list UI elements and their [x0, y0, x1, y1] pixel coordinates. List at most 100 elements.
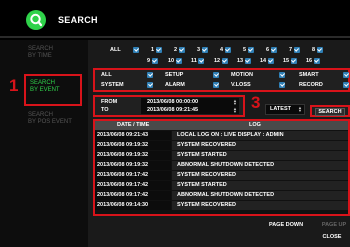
log-table: DATE / TIME LOG 2013/06/08 09:21:43 LOCA… — [93, 119, 350, 216]
filter-alarm-checkbox[interactable] — [213, 82, 219, 88]
channel-number: 14 — [260, 58, 267, 64]
cell-log: SYSTEM RECOVERED — [172, 201, 348, 210]
channel-3[interactable]: 3 — [197, 46, 208, 56]
channel-4[interactable]: 4 — [220, 46, 231, 56]
table-row[interactable]: 2013/06/08 09:17:42 SYSTEM STARTED — [95, 181, 348, 190]
search-panel: ALL 1 2 3 4 5 6 7 8 9 10 11 12 13 14 15 … — [88, 40, 350, 247]
from-datetime-value: 2013/06/08 00:00:00 — [147, 99, 199, 105]
channel-8[interactable]: 8 — [312, 46, 323, 56]
cell-log: ABNORMAL SHUTDOWN DETECTED — [172, 161, 348, 170]
checkbox-checked-icon — [343, 72, 349, 78]
checkbox-checked-icon — [221, 57, 228, 64]
filter-record-label: RECORD — [299, 82, 323, 88]
cell-datetime: 2013/06/08 09:19:32 — [95, 141, 171, 150]
channel-number: 10 — [168, 58, 175, 64]
sort-order-value: LATEST — [270, 106, 291, 112]
channel-1[interactable]: 1 — [151, 46, 162, 56]
filter-system-label: SYSTEM — [101, 82, 124, 88]
filter-vloss-label: V.LOSS — [231, 82, 251, 88]
page-down-button[interactable]: PAGE DOWN — [261, 220, 311, 230]
sort-order-select[interactable]: LATEST ▲ ▼ — [265, 104, 305, 115]
filter-system-checkbox[interactable] — [147, 82, 153, 88]
cell-datetime: 2013/06/08 09:19:32 — [95, 151, 171, 160]
channel-number: 16 — [306, 58, 313, 64]
channel-13[interactable]: 13 — [237, 57, 251, 67]
checkbox-checked-icon — [147, 82, 153, 88]
sidebar-item-search-by-event[interactable]: SEARCH BY EVENT — [24, 74, 82, 106]
from-label: FROM — [101, 99, 118, 105]
channel-10[interactable]: 10 — [168, 57, 182, 67]
side-menu: SEARCH BY TIME SEARCH BY EVENT SEARCH BY… — [0, 40, 88, 247]
cell-log: SYSTEM RECOVERED — [172, 171, 348, 180]
channel-row: 9 10 11 12 13 14 15 16 — [88, 57, 350, 67]
page-title: SEARCH — [58, 15, 98, 25]
cell-log: ABNORMAL SHUTDOWN DETECTED — [172, 191, 348, 200]
checkbox-checked-icon — [247, 46, 254, 53]
search-button[interactable]: SEARCH — [315, 108, 345, 116]
channel-16[interactable]: 16 — [306, 57, 320, 67]
sidebar-item-label: SEARCH BY TIME — [28, 46, 54, 59]
channel-number: 13 — [237, 58, 244, 64]
channel-12[interactable]: 12 — [214, 57, 228, 67]
cell-datetime: 2013/06/08 09:17:42 — [95, 191, 171, 200]
channel-number: 7 — [289, 47, 293, 53]
checkbox-checked-icon — [198, 57, 205, 64]
channel-row: ALL 1 2 3 4 5 6 7 8 — [88, 46, 350, 56]
channel-5[interactable]: 5 — [243, 46, 254, 56]
search-logo-icon — [26, 10, 46, 30]
cell-log: LOCAL LOG ON : LIVE DISPLAY : ADMIN — [172, 131, 348, 140]
table-row[interactable]: 2013/06/08 09:21:43 LOCAL LOG ON : LIVE … — [95, 131, 348, 140]
channel-number: 3 — [197, 47, 201, 53]
checkbox-checked-icon — [147, 72, 153, 78]
channel-number: 6 — [266, 47, 270, 53]
spinner-arrows-icon[interactable]: ▲ ▼ — [233, 99, 237, 106]
sidebar-item-search-by-time[interactable]: SEARCH BY TIME — [0, 46, 88, 60]
filter-all-checkbox[interactable] — [147, 72, 153, 78]
filter-setup-checkbox[interactable] — [213, 72, 219, 78]
spinner-arrows-icon: ▲ ▼ — [298, 105, 302, 113]
filter-motion-label: MOTION — [231, 72, 253, 78]
cell-log: SYSTEM STARTED — [172, 151, 348, 160]
event-filter-group: ALL SETUP MOTION SMART SYSTEM ALARM V.LO… — [93, 68, 350, 92]
sidebar-item-label: SEARCH BY EVENT — [30, 80, 60, 93]
channel-all-checkbox[interactable] — [133, 46, 139, 56]
channel-number: 15 — [283, 58, 290, 64]
cell-log: SYSTEM RECOVERED — [172, 141, 348, 150]
cell-datetime: 2013/06/08 09:14:30 — [95, 201, 171, 210]
checkbox-checked-icon — [213, 72, 219, 78]
channel-number: 1 — [151, 47, 155, 53]
table-row[interactable]: 2013/06/08 09:19:32 SYSTEM RECOVERED — [95, 141, 348, 150]
filter-record-checkbox[interactable] — [343, 82, 349, 88]
channel-14[interactable]: 14 — [260, 57, 274, 67]
filter-smart-checkbox[interactable] — [343, 72, 349, 78]
table-row[interactable]: 2013/06/08 09:14:30 SYSTEM RECOVERED — [95, 201, 348, 210]
channel-11[interactable]: 11 — [191, 57, 205, 67]
cell-datetime: 2013/06/08 09:17:42 — [95, 171, 171, 180]
channel-number: 12 — [214, 58, 221, 64]
page-up-button[interactable]: PAGE UP — [313, 220, 350, 230]
filter-row: ALL SETUP MOTION SMART — [95, 71, 350, 81]
checkbox-checked-icon — [224, 46, 231, 53]
to-datetime-field[interactable]: 2013/06/08 09:21:45 ▲ ▼ — [141, 106, 239, 114]
channel-2[interactable]: 2 — [174, 46, 185, 56]
table-row[interactable]: 2013/06/08 09:17:42 SYSTEM RECOVERED — [95, 171, 348, 180]
channel-15[interactable]: 15 — [283, 57, 297, 67]
from-datetime-field[interactable]: 2013/06/08 00:00:00 ▲ ▼ — [141, 98, 239, 106]
to-datetime-value: 2013/06/08 09:21:45 — [147, 107, 199, 113]
table-row[interactable]: 2013/06/08 09:19:32 ABNORMAL SHUTDOWN DE… — [95, 161, 348, 170]
checkbox-checked-icon — [244, 57, 251, 64]
sidebar-item-search-by-pos-event[interactable]: SEARCH BY POS EVENT — [0, 112, 88, 126]
spinner-arrows-icon[interactable]: ▲ ▼ — [233, 107, 237, 114]
channel-7[interactable]: 7 — [289, 46, 300, 56]
checkbox-checked-icon — [290, 57, 297, 64]
channel-9[interactable]: 9 — [147, 57, 158, 67]
channel-6[interactable]: 6 — [266, 46, 277, 56]
filter-vloss-checkbox[interactable] — [279, 82, 285, 88]
title-bar: SEARCH — [0, 0, 350, 38]
close-button[interactable]: CLOSE — [312, 232, 350, 242]
table-row[interactable]: 2013/06/08 09:19:32 SYSTEM STARTED — [95, 151, 348, 160]
channel-number: 2 — [174, 47, 178, 53]
cell-datetime: 2013/06/08 09:17:42 — [95, 181, 171, 190]
filter-motion-checkbox[interactable] — [279, 72, 285, 78]
table-row[interactable]: 2013/06/08 09:17:42 ABNORMAL SHUTDOWN DE… — [95, 191, 348, 200]
